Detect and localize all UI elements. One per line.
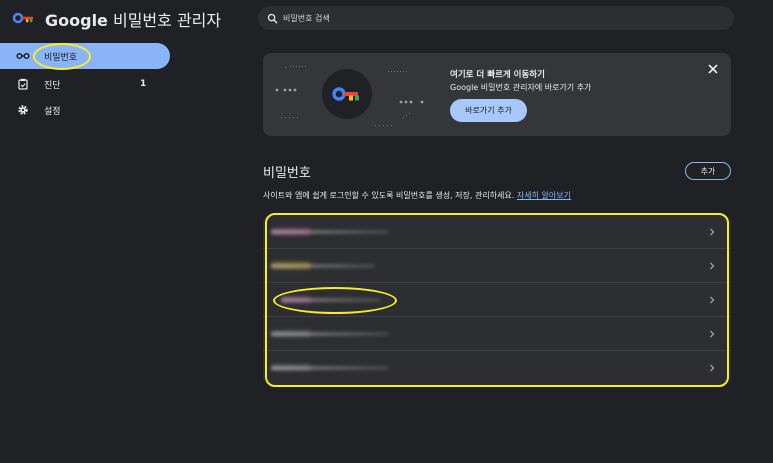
promo-title: 여기로 더 빠르게 이동하기 <box>450 70 545 80</box>
chevron-right-icon <box>710 296 715 304</box>
sidebar-item-checkup[interactable]: 진단 1 <box>0 71 170 97</box>
promo-illustration <box>275 66 424 126</box>
chevron-right-icon <box>710 364 715 372</box>
list-item[interactable] <box>263 283 731 317</box>
shortcut-promo-card: 여기로 더 빠르게 이동하기 Google 비밀번호 관리자에 바로가기 추가 … <box>263 53 731 136</box>
checkup-icon <box>16 77 30 91</box>
blurred-site-name <box>271 230 389 234</box>
add-shortcut-button[interactable]: 바로가기 추가 <box>450 99 527 122</box>
passwords-section-description: 사이트와 앱에 쉽게 로그인할 수 있도록 비밀번호를 생성, 저장, 관리하세… <box>263 190 571 201</box>
list-item[interactable] <box>263 249 731 283</box>
close-icon[interactable] <box>707 63 719 75</box>
app-title: Google 비밀번호 관리자 <box>45 7 221 31</box>
list-item[interactable] <box>263 351 731 385</box>
password-list <box>263 215 731 385</box>
search-bar[interactable] <box>258 6 734 30</box>
sidebar-item-passwords[interactable]: 비밀번호 <box>0 43 170 69</box>
search-input[interactable] <box>283 13 703 23</box>
search-icon <box>267 13 278 24</box>
key-icon <box>16 49 30 63</box>
description-text: 사이트와 앱에 쉽게 로그인할 수 있도록 비밀번호를 생성, 저장, 관리하세… <box>263 191 517 200</box>
blurred-site-name <box>271 264 375 268</box>
checkup-count-badge: 1 <box>140 79 147 89</box>
chevron-right-icon <box>710 262 715 270</box>
promo-description: Google 비밀번호 관리자에 바로가기 추가 <box>450 83 592 92</box>
add-password-button[interactable]: 추가 <box>685 162 731 180</box>
passwords-section-title: 비밀번호 <box>263 166 311 181</box>
sidebar-item-label: 비밀번호 <box>44 52 78 63</box>
chevron-right-icon <box>710 228 715 236</box>
learn-more-link[interactable]: 자세히 알아보기 <box>517 191 571 200</box>
app-title-rest: 비밀번호 관리자 <box>107 11 222 30</box>
sidebar-item-label: 진단 <box>44 80 61 91</box>
sidebar-item-settings[interactable]: 설정 <box>0 97 170 123</box>
list-item[interactable] <box>263 317 731 351</box>
password-manager-logo-icon <box>12 12 33 24</box>
blurred-site-name <box>271 366 389 370</box>
blurred-site-name <box>281 298 381 302</box>
gear-icon <box>16 103 30 117</box>
blurred-site-name <box>271 332 389 336</box>
chevron-right-icon <box>710 330 715 338</box>
list-item[interactable] <box>263 215 731 249</box>
app-title-brand: Google <box>45 11 108 30</box>
sidebar-item-label: 설정 <box>44 106 61 117</box>
